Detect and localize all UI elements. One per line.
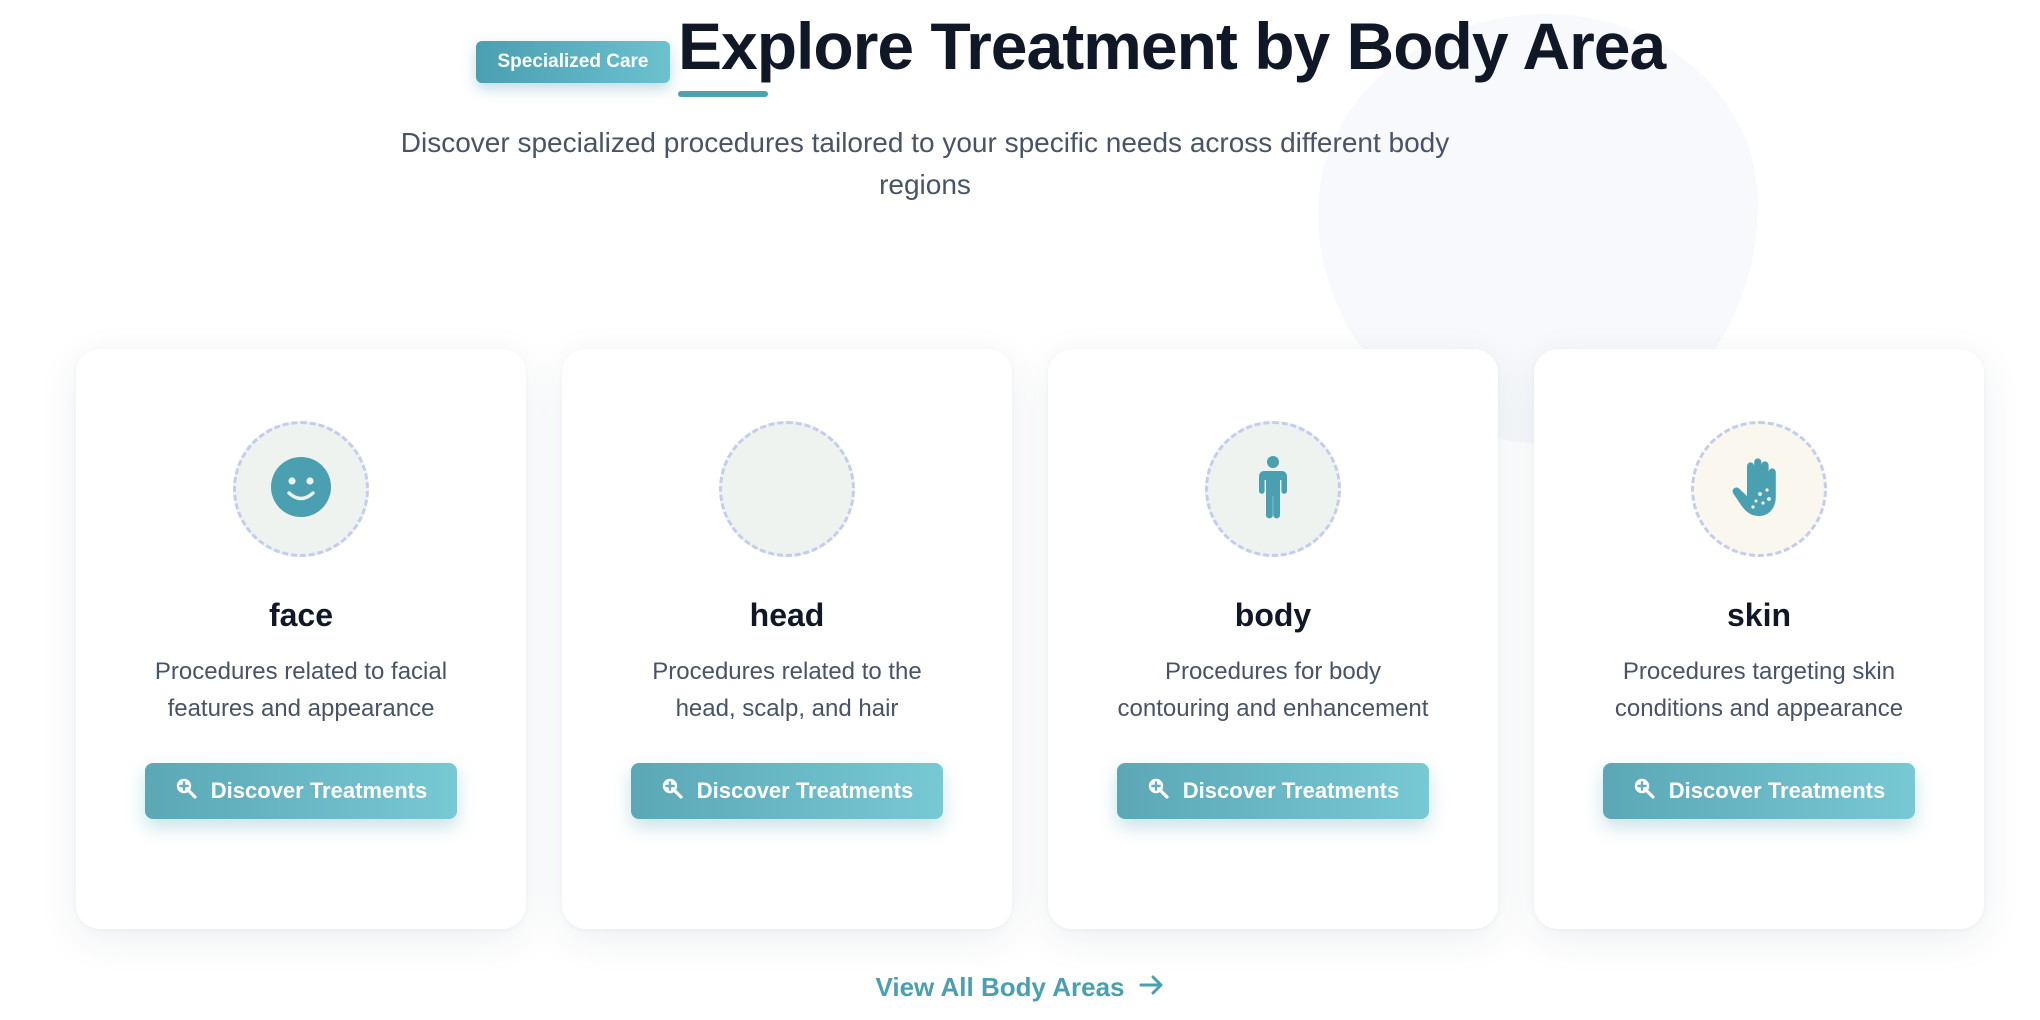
- hand-dots-icon: [1729, 456, 1789, 523]
- page-title: Explore Treatment by Body Area: [678, 9, 1666, 83]
- card-description: Procedures for body contouring and enhan…: [1117, 658, 1429, 722]
- card-head: head Procedures related to the head, sca…: [562, 349, 1012, 929]
- button-label: Discover Treatments: [696, 778, 914, 803]
- view-all-label: View All Body Areas: [875, 972, 1125, 1002]
- button-label: Discover Treatments: [1182, 778, 1400, 803]
- card-body: body Procedures for body contouring and …: [1048, 349, 1498, 929]
- card-title: face: [268, 597, 334, 633]
- card-description: Procedures related to facial features an…: [154, 658, 448, 722]
- title-underline: [678, 91, 768, 97]
- arrow-right-icon: [1139, 972, 1165, 1003]
- search-plus-icon: [1147, 777, 1169, 805]
- button-label: Discover Treatments: [1668, 778, 1886, 803]
- page-subtitle: Discover specialized procedures tailored…: [400, 127, 1450, 200]
- person-icon: [1253, 455, 1293, 524]
- card-description: Procedures related to the head, scalp, a…: [652, 658, 922, 722]
- discover-treatments-button-body[interactable]: Discover Treatments: [1116, 763, 1430, 819]
- card-description: Procedures targeting skin conditions and…: [1614, 658, 1904, 722]
- card-title: skin: [1726, 597, 1792, 633]
- discover-treatments-button-head[interactable]: Discover Treatments: [630, 763, 944, 819]
- body-icon-circle: [1205, 421, 1341, 557]
- search-plus-icon: [1633, 777, 1655, 805]
- view-all-body-areas-link[interactable]: View All Body Areas: [0, 972, 2040, 1003]
- button-label: Discover Treatments: [210, 778, 428, 803]
- body-area-cards: face Procedures related to facial featur…: [76, 349, 1986, 929]
- card-title: body: [1234, 597, 1312, 633]
- card-face: face Procedures related to facial featur…: [76, 349, 526, 929]
- head-icon-circle: [719, 421, 855, 557]
- search-plus-icon: [175, 777, 197, 805]
- smile-icon: [270, 456, 332, 523]
- discover-treatments-button-skin[interactable]: Discover Treatments: [1602, 763, 1916, 819]
- discover-treatments-button-face[interactable]: Discover Treatments: [144, 763, 458, 819]
- face-icon-circle: [233, 421, 369, 557]
- specialized-care-badge: Specialized Care: [476, 41, 670, 83]
- card-title: head: [749, 597, 825, 633]
- page: Specialized Care Explore Treatment by Bo…: [0, 0, 2040, 1020]
- search-plus-icon: [661, 777, 683, 805]
- card-skin: skin Procedures targeting skin condition…: [1534, 349, 1984, 929]
- skin-icon-circle: [1691, 421, 1827, 557]
